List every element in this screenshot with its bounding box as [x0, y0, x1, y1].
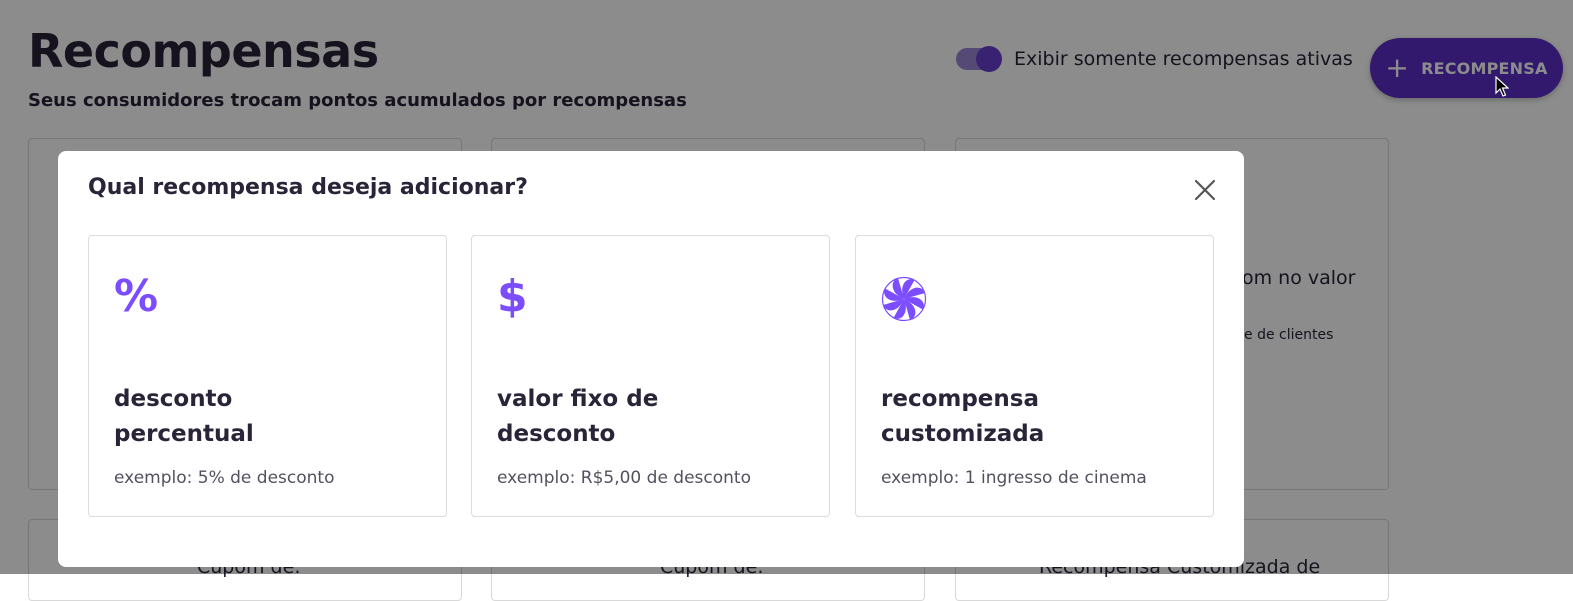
- option-custom-reward[interactable]: recompensa customizada exemplo: 1 ingres…: [855, 235, 1214, 517]
- percent-icon: %: [114, 271, 159, 322]
- option-example: exemplo: R$5,00 de desconto: [497, 468, 751, 488]
- modal-title: Qual recompensa deseja adicionar?: [88, 175, 528, 200]
- option-title: valor fixo de desconto: [497, 386, 659, 447]
- option-fixed-discount[interactable]: $ valor fixo de desconto exemplo: R$5,00…: [471, 235, 830, 517]
- swirl-icon: [881, 276, 927, 333]
- option-percent-discount[interactable]: % desconto percentual exemplo: 5% de des…: [88, 235, 447, 517]
- option-example: exemplo: 1 ingresso de cinema: [881, 468, 1147, 488]
- add-reward-modal: Qual recompensa deseja adicionar? % desc…: [58, 151, 1244, 567]
- dollar-icon: $: [497, 271, 528, 322]
- close-icon[interactable]: [1192, 177, 1218, 203]
- mouse-cursor-icon: [1495, 75, 1510, 102]
- option-title: recompensa customizada: [881, 386, 1045, 447]
- option-title: desconto percentual: [114, 386, 254, 447]
- option-example: exemplo: 5% de desconto: [114, 468, 335, 488]
